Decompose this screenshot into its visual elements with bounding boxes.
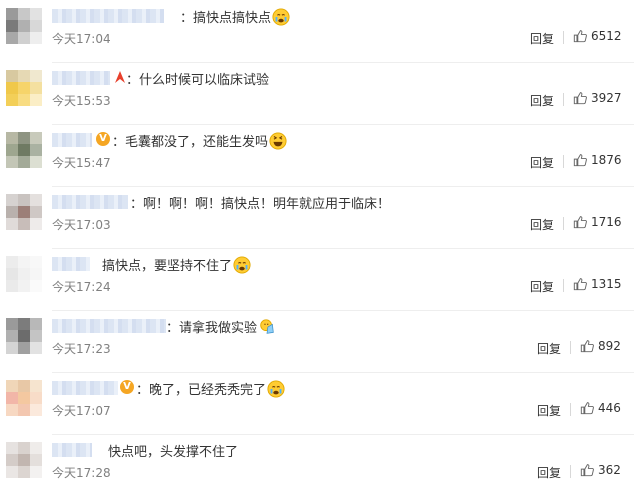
divider [563,93,564,106]
comment-item: ：什么时候可以临床试验 今天15:53 回复 3927 [0,62,634,124]
thumbs-up-icon [573,278,587,291]
like-button[interactable]: 1876 [573,153,622,167]
comment-text: ：搞快点搞快点 [180,7,290,26]
comment-text-content: ：晚了，已经秃秃完了 [136,383,267,398]
thumbs-up-icon [573,216,587,229]
comment-item: V ：毛囊都没了，还能生发吗 今天15:47 回复 1876 [0,124,634,186]
comment-text-content: ：搞快点搞快点 [180,11,272,26]
username-blurred[interactable] [52,443,92,457]
divider [563,31,564,44]
like-button[interactable]: 446 [580,401,621,415]
like-count: 1315 [591,277,622,291]
reply-button[interactable]: 回复 [530,92,554,109]
comment-time: 今天17:23 [52,342,111,356]
divider [570,403,571,416]
username-blurred[interactable] [52,71,110,85]
username-blurred[interactable] [52,9,164,23]
comment-text: ：晚了，已经秃秃完了 [136,379,285,398]
like-count: 892 [598,339,621,353]
like-count: 1876 [591,153,622,167]
like-button[interactable]: 3927 [573,91,622,105]
avatar[interactable] [6,318,42,354]
avatar[interactable] [6,132,42,168]
red-badge-icon [115,71,125,83]
reply-button[interactable]: 回复 [537,340,561,357]
username-blurred[interactable] [52,133,92,147]
like-count: 362 [598,463,621,477]
reply-button[interactable]: 回复 [537,402,561,419]
thumbs-up-icon [580,340,594,353]
username-blurred[interactable] [52,257,90,271]
divider [563,155,564,168]
like-button[interactable]: 362 [580,463,621,477]
reply-button[interactable]: 回复 [537,464,561,481]
username-blurred[interactable] [52,381,118,395]
comment-item: ：搞快点搞快点 今天17:04 回复 6512 [0,0,634,62]
reply-button[interactable]: 回复 [530,154,554,171]
laughing-face-emoji [269,132,287,150]
thumbs-up-icon [580,402,594,415]
comment-time: 今天15:47 [52,156,111,170]
like-button[interactable]: 1315 [573,277,622,291]
username-blurred[interactable] [52,195,128,209]
avatar[interactable] [6,70,42,106]
comment-item: ：请拿我做实验 今天17:23 回复 892 [0,310,634,372]
like-button[interactable]: 6512 [573,29,622,43]
comment-time: 今天17:07 [52,404,111,418]
divider [570,341,571,354]
like-button[interactable]: 1716 [573,215,622,229]
comment-item: ：啊！啊！啊！搞快点！明年就应用于临床！ 今天17:03 回复 1716 [0,186,634,248]
verified-v-icon: V [120,380,134,394]
comment-list: ：搞快点搞快点 今天17:04 回复 6512 ：什么时候可以临床试验 今天15… [0,0,634,496]
like-count: 6512 [591,29,622,43]
comment-item: 搞快点，要坚持不住了 今天17:24 回复 1315 [0,248,634,310]
reply-button[interactable]: 回复 [530,278,554,295]
avatar[interactable] [6,8,42,44]
avatar[interactable] [6,194,42,230]
comment-time: 今天17:24 [52,280,111,294]
divider [563,217,564,230]
avatar[interactable] [6,380,42,416]
thumbs-up-icon [573,92,587,105]
comment-time: 今天17:04 [52,32,111,46]
comment-item: 快点吧，头发撑不住了 今天17:28 回复 362 [0,434,634,496]
thumbs-up-icon [580,464,594,477]
username-blurred[interactable] [52,319,166,333]
comment-text: ：毛囊都没了，还能生发吗 [112,131,287,150]
thumbs-up-icon [573,30,587,43]
verified-v-icon: V [96,132,110,146]
comment-time: 今天17:03 [52,218,111,232]
comment-time: 今天17:28 [52,466,111,480]
avatar[interactable] [6,256,42,292]
like-count: 1716 [591,215,622,229]
comment-text-content: 搞快点，要坚持不住了 [102,259,233,274]
like-count: 3927 [591,91,622,105]
thumbs-up-icon [573,154,587,167]
comment-text: ：啊！啊！啊！搞快点！明年就应用于临床！ [130,197,391,212]
like-button[interactable]: 892 [580,339,621,353]
comment-text-content: ：毛囊都没了，还能生发吗 [112,135,269,150]
divider [563,279,564,292]
crying-face-emoji [233,256,251,274]
pray-emoji [260,319,274,334]
like-count: 446 [598,401,621,415]
comment-time: 今天15:53 [52,94,111,108]
comment-text: 搞快点，要坚持不住了 [102,255,251,274]
avatar[interactable] [6,442,42,478]
crying-face-emoji [267,380,285,398]
reply-button[interactable]: 回复 [530,216,554,233]
comment-text: ：请拿我做实验 [166,317,276,336]
crying-face-emoji [272,8,290,26]
comment-item: V ：晚了，已经秃秃完了 今天17:07 回复 446 [0,372,634,434]
comment-text-content: ：请拿我做实验 [166,321,258,336]
divider [570,465,571,478]
comment-text: ：什么时候可以临床试验 [126,73,270,88]
reply-button[interactable]: 回复 [530,30,554,47]
comment-text: 快点吧，头发撑不住了 [108,445,239,460]
